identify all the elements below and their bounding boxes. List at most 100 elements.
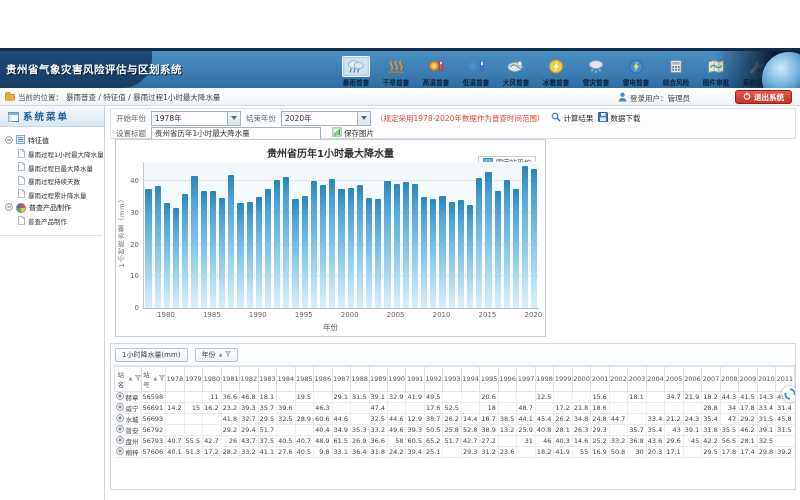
save-disk-icon: [598, 112, 608, 124]
save-image-button[interactable]: 保存图片: [332, 127, 374, 139]
year-group-chip[interactable]: 年份 ▲: [195, 348, 239, 362]
value-cell: 34.8: [572, 414, 590, 425]
station-name-cell: 赫章: [115, 392, 142, 403]
logout-button[interactable]: 退出系统: [735, 90, 792, 104]
station-name: 赫章: [126, 392, 139, 402]
value-cell: 43: [665, 425, 683, 436]
value-cell: 31.4: [776, 403, 794, 414]
collapse-icon[interactable]: [5, 203, 13, 213]
sidebar-item[interactable]: 暴雨过程累计降水量: [18, 189, 102, 200]
value-cell: [295, 425, 313, 436]
value-cell: 31.5: [776, 425, 794, 436]
list-icon: [16, 135, 25, 146]
nav-item-snow[interactable]: 雪灾普查: [576, 56, 616, 88]
expand-row-icon[interactable]: [116, 414, 124, 424]
y-tick-label: 40: [118, 177, 139, 185]
data-download-button[interactable]: 数据下载: [598, 112, 640, 124]
breadcrumb-links[interactable]: 暴雨普查 / 特征值 / 暴雨过程1小时最大降水量: [66, 92, 220, 103]
value-cell: 20.3: [646, 447, 664, 458]
sidebar-item[interactable]: 暴雨过程日最大降水量: [18, 162, 102, 173]
collapse-icon[interactable]: [5, 136, 13, 146]
value-cell: [665, 403, 683, 414]
filter-funnel-icon: [135, 375, 141, 383]
expand-row-icon[interactable]: [116, 392, 124, 402]
value-cell: 39.6: [277, 403, 295, 414]
value-cell: 18.1: [628, 392, 646, 403]
value-cell: 47.4: [369, 403, 387, 414]
nav-item-heat[interactable]: 高温普查: [416, 56, 456, 88]
year-column-header: 2000: [572, 367, 590, 392]
logout-label: 退出系统: [754, 92, 784, 103]
top-banner: 贵州省气象灾害风险评估与区划系统 暴雨普查干旱普查高温普查低温普查大风普查冰雹普…: [0, 48, 800, 88]
start-year-select[interactable]: 1978年: [151, 111, 241, 126]
value-cell: 33.2: [240, 447, 258, 458]
nav-item-drought[interactable]: 干旱普查: [376, 56, 416, 88]
range-hint-text: （规定采用1978-2020年数据作为普查时间范围）: [376, 113, 544, 124]
bar-1991: [265, 189, 271, 308]
value-cell: 17.1: [665, 447, 683, 458]
value-cell: 27.6: [277, 447, 295, 458]
station-id-column-header[interactable]: 站号▲: [141, 367, 166, 392]
value-cell: 44.3: [720, 392, 738, 403]
measure-chip[interactable]: 1小时降水量(mm): [115, 348, 188, 362]
end-year-select[interactable]: 2020年: [281, 111, 371, 126]
bar-2008: [421, 197, 427, 308]
value-cell: [461, 403, 479, 414]
nav-item-hail[interactable]: 冰雹普查: [536, 56, 576, 88]
nav-item-risk[interactable]: 综合风险: [656, 56, 696, 88]
sidebar-group-1[interactable]: 普查产品制作: [5, 203, 102, 213]
column-header-label: 站名: [115, 369, 127, 389]
value-cell: 16.2: [203, 403, 221, 414]
calc-result-button[interactable]: 计算结果: [551, 112, 593, 124]
year-column-header: 1997: [517, 367, 535, 392]
sidebar-item[interactable]: 暴雨过程持续天数: [18, 176, 102, 187]
nav-item-cold[interactable]: 低温普查: [456, 56, 496, 88]
table-row: 水城5669341.832.729.532.528.960.644.632.54…: [115, 414, 797, 425]
bar-2013: [467, 205, 473, 308]
sidebar: 系统菜单 特征值暴雨过程1小时最大降水量暴雨过程日最大降水量暴雨过程持续天数暴雨…: [0, 106, 105, 500]
value-cell: 33.4: [757, 403, 775, 414]
sidebar-item-label: 暴雨过程累计降水量: [28, 190, 87, 200]
nav-item-rainstorm[interactable]: 暴雨普查: [336, 56, 376, 88]
year-column-header: 1987: [332, 367, 350, 392]
value-cell: [498, 436, 516, 447]
bar-2006: [403, 182, 409, 308]
menu-window-icon: [8, 107, 19, 126]
value-cell: [609, 392, 627, 403]
value-cell: 41.1: [258, 447, 276, 458]
value-cell: 46.3: [314, 403, 332, 414]
nav-item-wind[interactable]: 大风普查: [496, 56, 536, 88]
expand-row-icon[interactable]: [116, 447, 124, 457]
y-tick-label: 20: [118, 241, 139, 249]
value-cell: [184, 392, 202, 403]
value-cell: 26.9: [351, 436, 369, 447]
bar-1999: [338, 189, 344, 308]
value-cell: 42.7: [461, 436, 479, 447]
station-column-header[interactable]: 站名▲: [115, 367, 142, 392]
year-column-header: 2007: [702, 367, 720, 392]
nav-item-lightning[interactable]: 雷电普查: [616, 56, 656, 88]
sidebar-item[interactable]: 普查产品制作: [18, 216, 102, 227]
sidebar-item[interactable]: 暴雨过程1小时最大降水量: [18, 149, 102, 160]
value-cell: 58: [388, 436, 406, 447]
year-column-header: 1994: [461, 367, 479, 392]
nav-item-label: 低温普查: [463, 78, 490, 88]
value-cell: [406, 403, 424, 414]
bar-1994: [292, 199, 298, 308]
value-cell: [351, 414, 369, 425]
value-cell: 56.5: [720, 436, 738, 447]
year-column-header: 1979: [184, 367, 202, 392]
expand-row-icon[interactable]: [116, 436, 124, 446]
bar-2017: [504, 180, 510, 308]
year-column-header: 1999: [554, 367, 572, 392]
year-column-header: 1993: [443, 367, 461, 392]
location-folder-icon: [5, 92, 15, 103]
sidebar-group-0[interactable]: 特征值: [5, 135, 102, 146]
value-cell: 51.3: [184, 447, 202, 458]
chevron-down-icon: [357, 112, 370, 125]
expand-row-icon[interactable]: [116, 403, 124, 413]
value-cell: 29.2: [221, 425, 239, 436]
chart-title-input[interactable]: [151, 127, 321, 140]
nav-item-label: 暴雨普查: [343, 78, 370, 88]
expand-row-icon[interactable]: [116, 425, 124, 435]
